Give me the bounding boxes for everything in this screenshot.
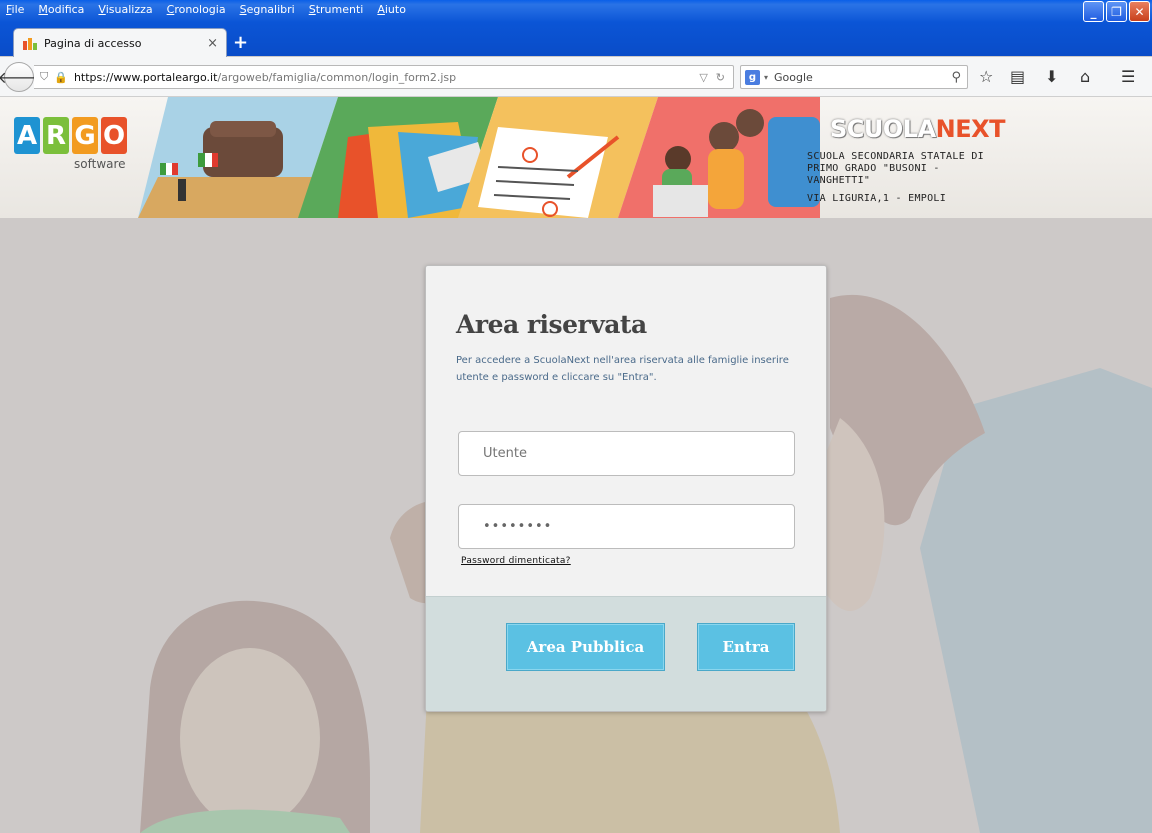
dropdown-arrow-icon[interactable]: ▽: [699, 71, 707, 84]
menu-bar: File Modifica Visualizza Cronologia Segn…: [0, 0, 414, 20]
menu-aiuto[interactable]: Aiuto: [371, 0, 414, 20]
forgot-password-link[interactable]: Password dimenticata?: [461, 556, 571, 566]
school-name: SCUOLA SECONDARIA STATALE DI PRIMO GRADO…: [807, 151, 984, 186]
search-icon[interactable]: ⚲: [951, 70, 961, 85]
address-bar[interactable]: ⛉ 🔒 https://www.portaleargo.it/argoweb/f…: [34, 65, 734, 89]
download-icon[interactable]: ⬇: [1045, 67, 1058, 86]
hamburger-menu-icon[interactable]: ☰: [1121, 67, 1135, 86]
menu-modifica[interactable]: Modifica: [32, 0, 92, 20]
close-window-button[interactable]: ✕: [1129, 1, 1150, 22]
tab-pagina-di-accesso[interactable]: Pagina di accesso ×: [13, 28, 227, 57]
new-tab-button[interactable]: +: [233, 32, 248, 53]
bookmark-star-icon[interactable]: ☆: [979, 67, 993, 86]
window-controls: _ ❐ ✕: [1083, 1, 1150, 22]
url-text[interactable]: https://www.portaleargo.it/argoweb/famig…: [74, 71, 699, 84]
shield-icon[interactable]: ⛉: [40, 70, 48, 84]
area-pubblica-button[interactable]: Area Pubblica: [507, 624, 664, 670]
tab-close-icon[interactable]: ×: [207, 36, 218, 51]
restore-button[interactable]: ❐: [1106, 1, 1127, 22]
logo-subtitle: software: [74, 157, 126, 171]
search-input[interactable]: Google: [774, 71, 951, 84]
site-header: A R G O software SCUOLANEXT SCUOLA SECON…: [0, 97, 1152, 218]
login-description: Per accedere a ScuolaNext nell'area rise…: [456, 355, 789, 383]
brand-next: NEXT: [935, 115, 1006, 143]
login-card: Area riservata Per accedere a ScuolaNext…: [425, 265, 827, 712]
school-address: VIA LIGURIA,1 - EMPOLI: [807, 193, 947, 204]
header-banner-illustration: [138, 97, 820, 218]
tab-title: Pagina di accesso: [44, 36, 142, 50]
logo-letter-r: R: [43, 117, 69, 154]
reading-list-icon[interactable]: ▤: [1010, 67, 1025, 86]
url-host: https://www.portaleargo.it: [73, 70, 218, 84]
username-input[interactable]: [458, 431, 795, 476]
menu-cronologia[interactable]: Cronologia: [161, 0, 234, 20]
home-icon[interactable]: ⌂: [1080, 67, 1090, 86]
search-bar[interactable]: g ▾ Google ⚲: [740, 65, 968, 89]
argo-favicon-icon: [23, 38, 37, 50]
logo-letter-o: O: [101, 117, 127, 154]
logo-letter-a: A: [14, 117, 40, 154]
argo-logo[interactable]: A R G O: [14, 117, 127, 154]
login-title: Area riservata: [456, 310, 647, 339]
password-input[interactable]: [458, 504, 795, 549]
reload-icon[interactable]: ↻: [716, 71, 725, 84]
menu-strumenti[interactable]: Strumenti: [303, 0, 372, 20]
lock-icon[interactable]: 🔒: [54, 71, 68, 84]
scuolanext-logo: SCUOLANEXT: [830, 115, 1006, 143]
menu-visualizza[interactable]: Visualizza: [92, 0, 160, 20]
logo-letter-g: G: [72, 117, 98, 154]
menu-file[interactable]: File: [0, 0, 32, 20]
google-engine-icon[interactable]: g: [745, 69, 760, 85]
minimize-button[interactable]: _: [1083, 1, 1104, 22]
navigation-bar: 🡐 ⛉ 🔒 https://www.portaleargo.it/argoweb…: [0, 57, 1152, 97]
engine-dropdown-icon[interactable]: ▾: [764, 73, 768, 82]
login-card-footer: Area Pubblica Entra: [426, 596, 826, 711]
back-button[interactable]: 🡐: [0, 62, 40, 92]
brand-scuola: SCUOLA: [830, 115, 936, 143]
entra-button[interactable]: Entra: [698, 624, 794, 670]
menu-segnalibri[interactable]: Segnalibri: [234, 0, 303, 20]
url-path: /argoweb/famiglia/common/login_form2.jsp: [217, 70, 457, 84]
